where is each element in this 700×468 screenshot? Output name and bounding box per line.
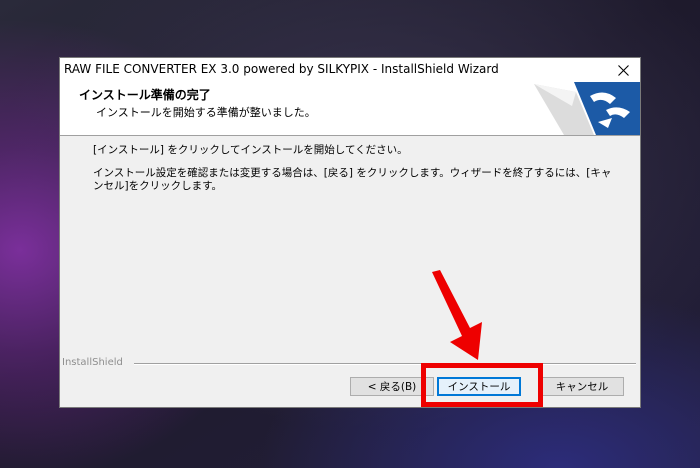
red-arrow-annotation	[432, 270, 482, 360]
installshield-wizard-window: RAW FILE CONVERTER EX 3.0 powered by SIL…	[59, 57, 641, 408]
close-button[interactable]	[606, 58, 640, 82]
installshield-logo	[534, 82, 640, 135]
close-icon	[617, 64, 629, 76]
info-text: インストール設定を確認または変更する場合は、[戻る] をクリックします。ウィザー…	[93, 167, 612, 192]
instruction-text: [インストール] をクリックしてインストールを開始してください。	[93, 144, 408, 156]
installshield-brand-label: InstallShield	[62, 357, 123, 368]
cancel-button[interactable]: キャンセル	[540, 377, 624, 396]
wizard-header: インストール準備の完了 インストールを開始する準備が整いました。	[60, 82, 640, 136]
desktop-background: { "window": { "title": "RAW FILE CONVERT…	[0, 0, 700, 468]
window-title: RAW FILE CONVERTER EX 3.0 powered by SIL…	[64, 62, 499, 76]
install-highlight-box	[421, 363, 543, 407]
header-subtitle: インストールを開始する準備が整いました。	[96, 106, 316, 119]
title-bar: RAW FILE CONVERTER EX 3.0 powered by SIL…	[60, 58, 640, 82]
header-title: インストール準備の完了	[79, 88, 211, 102]
footer-separator	[134, 363, 636, 365]
